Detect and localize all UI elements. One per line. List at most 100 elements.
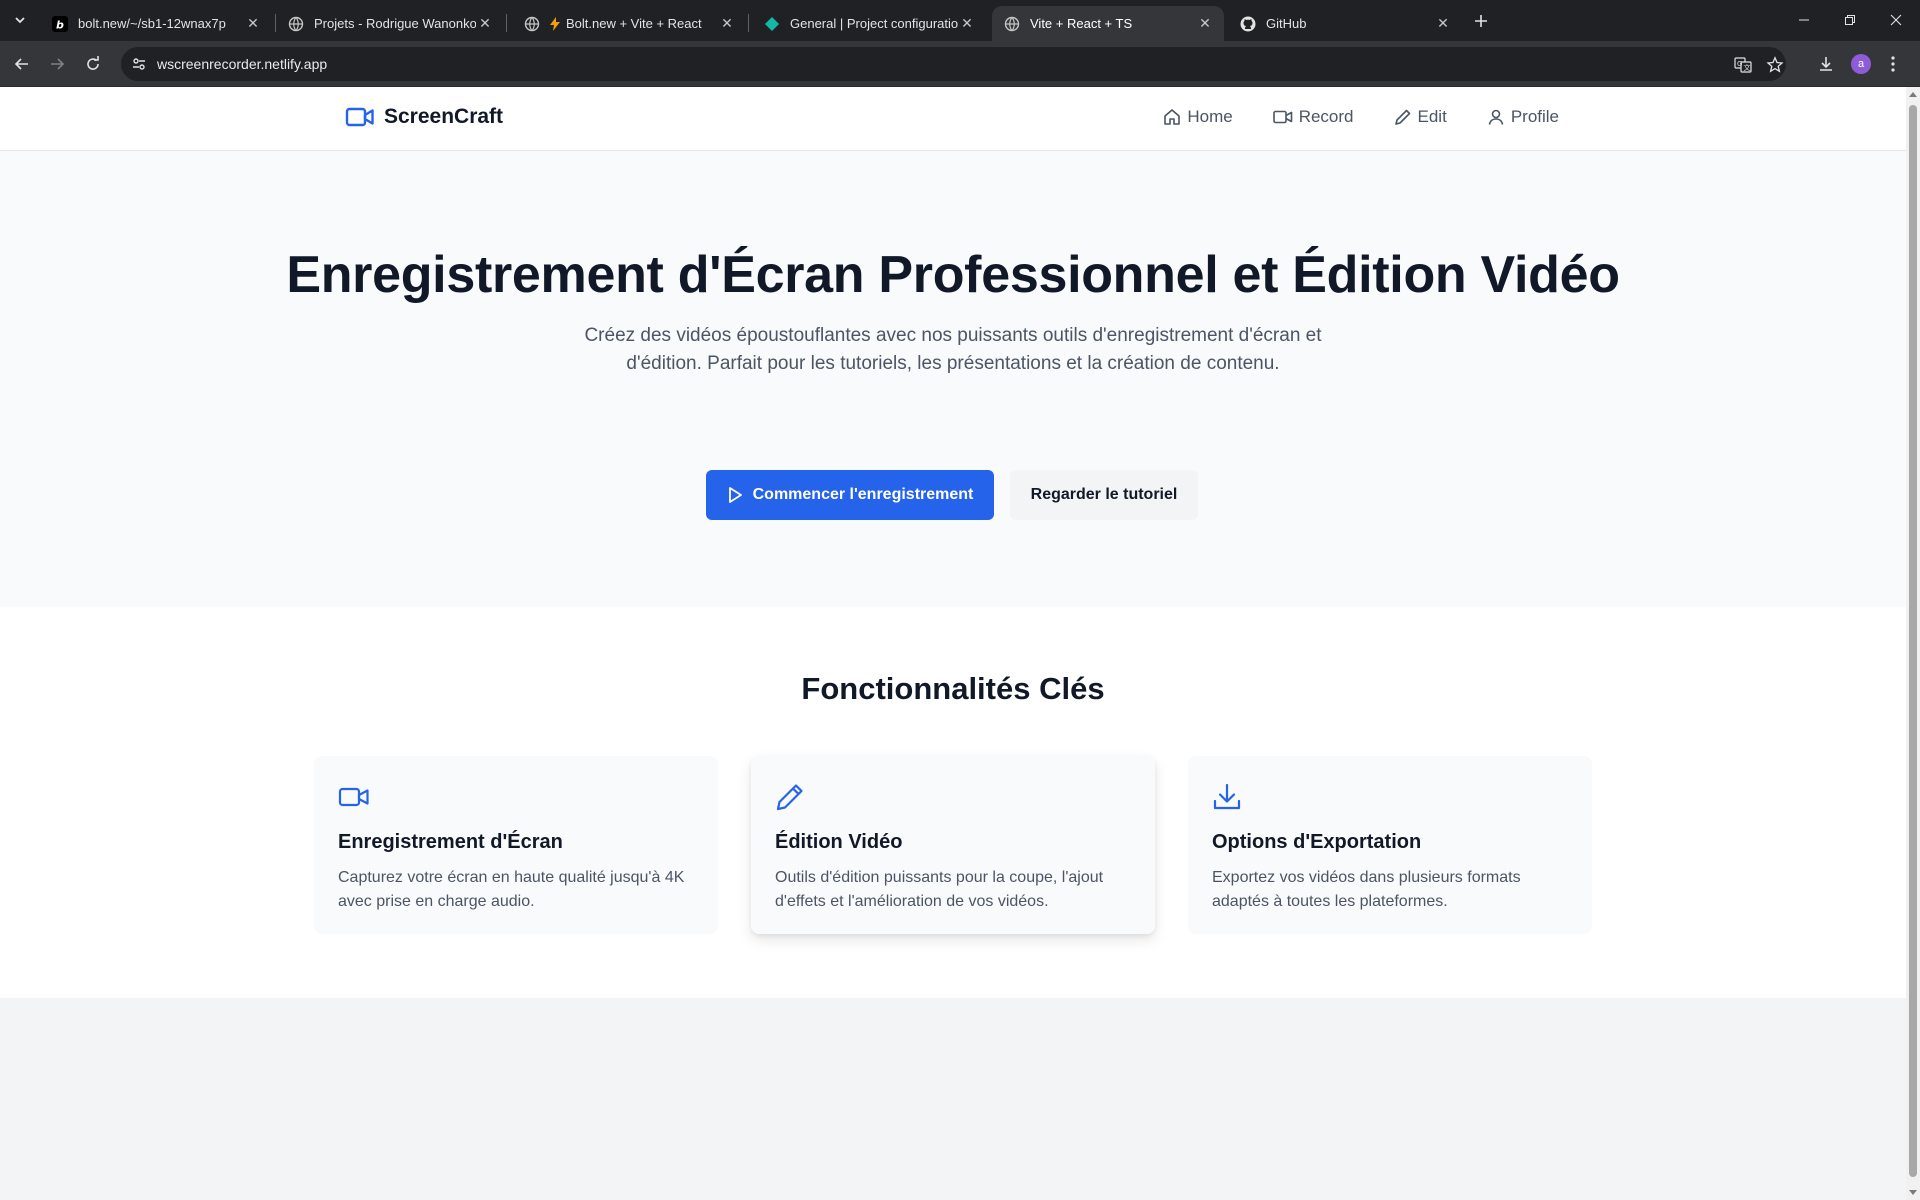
feature-description: Exportez vos vidéos dans plusieurs forma… [1212, 869, 1521, 910]
tab-close-icon[interactable]: ✕ [244, 15, 262, 33]
browser-toolbar: wscreenrecorder.netlify.app G文 a [0, 41, 1920, 87]
tab-close-icon[interactable]: ✕ [1434, 15, 1452, 33]
browser-tab-strip: b bolt.new/~/sb1-12wnax7p ✕ Projets - Ro… [0, 0, 1920, 41]
hero-subtitle: Créez des vidéos époustouflantes avec no… [584, 325, 1322, 374]
minimize-icon [1799, 19, 1809, 21]
browser-tab[interactable]: Projets - Rodrigue Wanonkou ✕ [276, 6, 504, 41]
feature-description: Capturez votre écran en haute qualité ju… [338, 869, 685, 910]
video-camera-icon [1272, 110, 1293, 124]
svg-text:G: G [1737, 60, 1742, 68]
browser-tab[interactable]: GitHub ✕ [1228, 6, 1462, 41]
nav-record-label: Record [1298, 107, 1354, 126]
github-icon [1240, 16, 1256, 32]
main-nav: Home Record Edit Profile [1163, 107, 1559, 127]
lightning-icon [550, 16, 560, 32]
tab-separator [506, 14, 507, 32]
pencil-icon [776, 784, 803, 811]
tab-search-button[interactable] [7, 8, 33, 32]
browser-tab[interactable]: b bolt.new/~/sb1-12wnax7p ✕ [40, 6, 272, 41]
nav-edit-label: Edit [1417, 107, 1447, 126]
close-window-button[interactable] [1873, 0, 1919, 40]
globe-icon [1004, 16, 1020, 32]
nav-profile[interactable]: Profile [1487, 107, 1559, 127]
tab-close-icon[interactable]: ✕ [476, 15, 494, 33]
page-viewport: ScreenCraft Home Record Edit Profile Enr… [0, 87, 1906, 1200]
teal-diamond-icon [764, 16, 780, 32]
pencil-icon [1394, 109, 1410, 125]
kebab-menu-icon [1891, 56, 1895, 72]
start-recording-button[interactable]: Commencer l'enregistrement [706, 470, 994, 520]
hero-title: Enregistrement d'Écran Professionnel et … [286, 246, 1620, 304]
tab-close-icon[interactable]: ✕ [1196, 15, 1214, 33]
address-bar[interactable]: wscreenrecorder.netlify.app G文 [121, 47, 1786, 81]
watch-tutorial-label: Regarder le tutoriel [1030, 486, 1178, 503]
tab-title: Vite + React + TS [1030, 16, 1133, 31]
svg-text:b: b [56, 18, 64, 31]
tab-title: General | Project configuration | [790, 16, 958, 31]
feature-title: Édition Vidéo [775, 831, 903, 853]
browser-menu-button[interactable] [1882, 49, 1904, 79]
bookmark-star-icon[interactable] [1765, 55, 1785, 75]
feature-title: Enregistrement d'Écran [338, 831, 563, 853]
start-recording-label: Commencer l'enregistrement [752, 486, 974, 503]
scrollbar-thumb[interactable] [1909, 105, 1917, 1177]
plus-icon [1475, 15, 1487, 27]
feature-card: Édition Vidéo Outils d'édition puissants… [751, 756, 1155, 934]
chevron-down-icon [15, 17, 25, 24]
hero-section: Enregistrement d'Écran Professionnel et … [0, 151, 1906, 607]
scroll-up-arrow-icon[interactable] [1909, 92, 1917, 97]
download-icon [1213, 783, 1241, 810]
download-icon [1820, 57, 1832, 71]
feature-card: Options d'Exportation Exportez vos vidéo… [1188, 756, 1592, 934]
new-tab-button[interactable] [1469, 9, 1493, 33]
bolt-b-icon: b [52, 15, 68, 32]
nav-profile-label: Profile [1510, 107, 1559, 126]
video-camera-icon [338, 787, 369, 807]
watch-tutorial-button[interactable]: Regarder le tutoriel [1010, 470, 1198, 520]
downloads-button[interactable] [1811, 49, 1841, 79]
svg-text:文: 文 [1744, 63, 1751, 72]
video-camera-icon [345, 107, 374, 127]
globe-icon [288, 16, 304, 32]
nav-record[interactable]: Record [1272, 107, 1354, 127]
user-icon [1488, 109, 1504, 125]
brand-logo[interactable]: ScreenCraft [345, 105, 503, 129]
brand-name: ScreenCraft [384, 105, 504, 128]
reload-button[interactable] [77, 48, 109, 80]
close-icon [1890, 14, 1902, 26]
nav-edit[interactable]: Edit [1394, 107, 1447, 127]
tab-close-icon[interactable]: ✕ [958, 15, 976, 33]
feature-description: Outils d'édition puissants pour la coupe… [775, 869, 1104, 910]
minimize-button[interactable] [1781, 0, 1827, 40]
profile-button[interactable]: a [1846, 49, 1876, 79]
browser-tab[interactable]: General | Project configuration | ✕ [752, 6, 986, 41]
restore-button[interactable] [1827, 0, 1873, 40]
translate-icon[interactable]: G文 [1733, 55, 1753, 75]
play-icon [728, 487, 742, 503]
features-heading: Fonctionnalités Clés [801, 671, 1105, 706]
browser-tab-active[interactable]: Vite + React + TS ✕ [992, 6, 1224, 41]
app-navbar: ScreenCraft Home Record Edit Profile [0, 87, 1906, 151]
url-text: wscreenrecorder.netlify.app [157, 56, 328, 72]
nav-home[interactable]: Home [1163, 107, 1233, 127]
back-button[interactable] [6, 48, 38, 80]
features-section: Fonctionnalités Clés Enregistrement d'Éc… [0, 607, 1906, 998]
arrow-right-icon [51, 58, 65, 70]
avatar: a [1851, 54, 1871, 74]
nav-home-label: Home [1187, 107, 1233, 126]
scroll-down-arrow-icon[interactable] [1909, 1190, 1917, 1195]
feature-title: Options d'Exportation [1212, 831, 1422, 853]
tab-close-icon[interactable]: ✕ [718, 15, 736, 33]
tab-title: Projets - Rodrigue Wanonkou [314, 16, 476, 31]
site-settings-icon[interactable] [130, 55, 148, 73]
globe-icon [524, 16, 540, 32]
home-icon [1164, 109, 1181, 125]
tab-title: Bolt.new + Vite + React [566, 16, 702, 31]
forward-button[interactable] [41, 48, 73, 80]
tab-title: GitHub [1266, 16, 1307, 31]
page-scrollbar[interactable] [1906, 87, 1920, 1200]
feature-card: Enregistrement d'Écran Capturez votre éc… [314, 756, 718, 934]
reload-icon [87, 56, 99, 70]
browser-tab[interactable]: Bolt.new + Vite + React ✕ [512, 6, 746, 41]
arrow-left-icon [14, 58, 28, 70]
